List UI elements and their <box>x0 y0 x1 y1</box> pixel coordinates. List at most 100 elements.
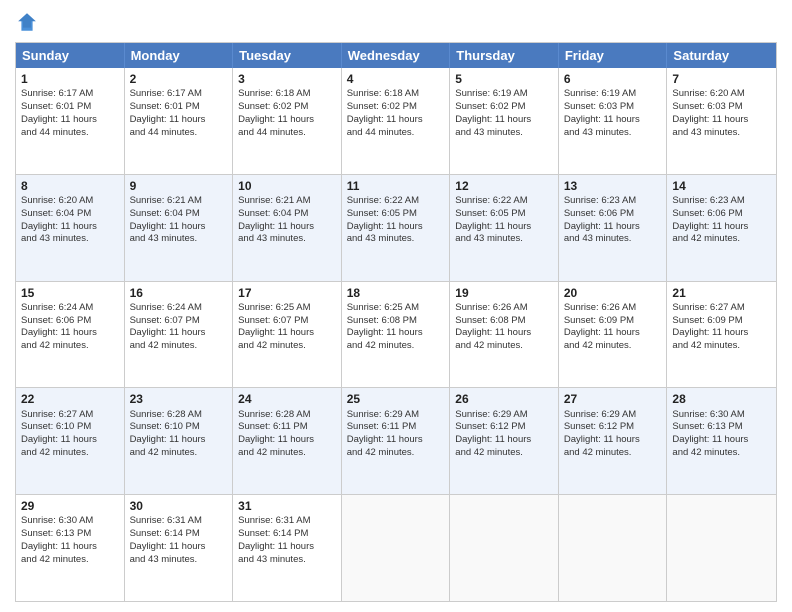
day-info-line: Sunrise: 6:17 AM <box>21 88 119 101</box>
day-info-line: Sunrise: 6:18 AM <box>347 88 445 101</box>
day-info-line: Sunrise: 6:31 AM <box>238 515 336 528</box>
day-info-line: Daylight: 11 hours <box>21 221 119 234</box>
day-number: 16 <box>130 285 228 301</box>
day-info-line: and 44 minutes. <box>130 127 228 140</box>
day-info-line: Sunrise: 6:31 AM <box>130 515 228 528</box>
day-info-line: Sunrise: 6:24 AM <box>21 302 119 315</box>
day-cell-7: 7Sunrise: 6:20 AMSunset: 6:03 PMDaylight… <box>667 68 776 174</box>
day-info-line: and 42 minutes. <box>672 233 771 246</box>
day-info-line: and 43 minutes. <box>564 233 662 246</box>
day-cell-15: 15Sunrise: 6:24 AMSunset: 6:06 PMDayligh… <box>16 282 125 388</box>
day-number: 10 <box>238 178 336 194</box>
day-info-line: Sunset: 6:08 PM <box>455 315 553 328</box>
day-info-line: Sunset: 6:06 PM <box>672 208 771 221</box>
day-info-line: and 43 minutes. <box>455 233 553 246</box>
day-number: 19 <box>455 285 553 301</box>
day-info-line: and 42 minutes. <box>130 340 228 353</box>
logo <box>15 10 43 34</box>
day-cell-26: 26Sunrise: 6:29 AMSunset: 6:12 PMDayligh… <box>450 388 559 494</box>
day-info-line: Sunset: 6:09 PM <box>672 315 771 328</box>
day-cell-17: 17Sunrise: 6:25 AMSunset: 6:07 PMDayligh… <box>233 282 342 388</box>
day-info-line: and 42 minutes. <box>455 340 553 353</box>
day-info-line: and 42 minutes. <box>564 447 662 460</box>
day-info-line: and 44 minutes. <box>238 127 336 140</box>
day-info-line: Sunset: 6:04 PM <box>21 208 119 221</box>
day-info-line: Daylight: 11 hours <box>672 327 771 340</box>
day-info-line: Sunrise: 6:21 AM <box>238 195 336 208</box>
day-info-line: Sunrise: 6:19 AM <box>455 88 553 101</box>
day-info-line: and 43 minutes. <box>130 233 228 246</box>
day-info-line: Sunrise: 6:28 AM <box>238 409 336 422</box>
day-number: 28 <box>672 391 771 407</box>
day-number: 1 <box>21 71 119 87</box>
day-info-line: Daylight: 11 hours <box>564 114 662 127</box>
day-info-line: Sunrise: 6:23 AM <box>672 195 771 208</box>
header-day-friday: Friday <box>559 43 668 68</box>
day-number: 11 <box>347 178 445 194</box>
day-info-line: Daylight: 11 hours <box>455 114 553 127</box>
day-info-line: Daylight: 11 hours <box>21 327 119 340</box>
day-info-line: Sunset: 6:09 PM <box>564 315 662 328</box>
day-cell-13: 13Sunrise: 6:23 AMSunset: 6:06 PMDayligh… <box>559 175 668 281</box>
header-day-thursday: Thursday <box>450 43 559 68</box>
day-info-line: Sunrise: 6:21 AM <box>130 195 228 208</box>
day-info-line: Sunrise: 6:25 AM <box>347 302 445 315</box>
day-info-line: Sunset: 6:03 PM <box>672 101 771 114</box>
day-info-line: Daylight: 11 hours <box>347 327 445 340</box>
day-info-line: Daylight: 11 hours <box>564 327 662 340</box>
calendar: SundayMondayTuesdayWednesdayThursdayFrid… <box>15 42 777 602</box>
day-info-line: Daylight: 11 hours <box>21 114 119 127</box>
day-info-line: Daylight: 11 hours <box>238 114 336 127</box>
day-info-line: Sunset: 6:01 PM <box>21 101 119 114</box>
day-number: 24 <box>238 391 336 407</box>
day-info-line: Daylight: 11 hours <box>130 541 228 554</box>
day-number: 18 <box>347 285 445 301</box>
day-info-line: Sunset: 6:03 PM <box>564 101 662 114</box>
day-info-line: Sunrise: 6:27 AM <box>21 409 119 422</box>
day-cell-empty <box>667 495 776 601</box>
day-info-line: Sunset: 6:08 PM <box>347 315 445 328</box>
header-day-tuesday: Tuesday <box>233 43 342 68</box>
day-info-line: Sunrise: 6:30 AM <box>672 409 771 422</box>
day-info-line: and 42 minutes. <box>347 447 445 460</box>
day-info-line: Daylight: 11 hours <box>347 114 445 127</box>
day-info-line: Daylight: 11 hours <box>238 221 336 234</box>
day-info-line: Sunset: 6:12 PM <box>455 421 553 434</box>
day-info-line: Sunrise: 6:26 AM <box>564 302 662 315</box>
day-cell-12: 12Sunrise: 6:22 AMSunset: 6:05 PMDayligh… <box>450 175 559 281</box>
day-info-line: and 43 minutes. <box>238 554 336 567</box>
day-info-line: Daylight: 11 hours <box>130 327 228 340</box>
day-info-line: Sunset: 6:10 PM <box>130 421 228 434</box>
day-info-line: Sunrise: 6:28 AM <box>130 409 228 422</box>
day-info-line: and 42 minutes. <box>455 447 553 460</box>
day-number: 27 <box>564 391 662 407</box>
header-day-saturday: Saturday <box>667 43 776 68</box>
day-info-line: and 42 minutes. <box>672 340 771 353</box>
page: SundayMondayTuesdayWednesdayThursdayFrid… <box>0 0 792 612</box>
day-info-line: and 42 minutes. <box>21 447 119 460</box>
day-info-line: Daylight: 11 hours <box>130 221 228 234</box>
day-cell-30: 30Sunrise: 6:31 AMSunset: 6:14 PMDayligh… <box>125 495 234 601</box>
day-number: 5 <box>455 71 553 87</box>
day-info-line: Daylight: 11 hours <box>238 541 336 554</box>
day-info-line: Daylight: 11 hours <box>455 221 553 234</box>
day-cell-14: 14Sunrise: 6:23 AMSunset: 6:06 PMDayligh… <box>667 175 776 281</box>
day-info-line: Sunset: 6:14 PM <box>130 528 228 541</box>
day-info-line: Sunrise: 6:29 AM <box>564 409 662 422</box>
day-cell-25: 25Sunrise: 6:29 AMSunset: 6:11 PMDayligh… <box>342 388 451 494</box>
day-number: 6 <box>564 71 662 87</box>
day-number: 20 <box>564 285 662 301</box>
day-info-line: Sunset: 6:07 PM <box>130 315 228 328</box>
day-cell-3: 3Sunrise: 6:18 AMSunset: 6:02 PMDaylight… <box>233 68 342 174</box>
header-day-wednesday: Wednesday <box>342 43 451 68</box>
day-info-line: and 42 minutes. <box>21 340 119 353</box>
day-info-line: and 42 minutes. <box>130 447 228 460</box>
day-info-line: Daylight: 11 hours <box>564 221 662 234</box>
day-cell-10: 10Sunrise: 6:21 AMSunset: 6:04 PMDayligh… <box>233 175 342 281</box>
day-cell-21: 21Sunrise: 6:27 AMSunset: 6:09 PMDayligh… <box>667 282 776 388</box>
header <box>15 10 777 34</box>
day-info-line: Sunrise: 6:30 AM <box>21 515 119 528</box>
day-info-line: Sunrise: 6:20 AM <box>672 88 771 101</box>
day-info-line: Sunset: 6:02 PM <box>238 101 336 114</box>
day-number: 30 <box>130 498 228 514</box>
